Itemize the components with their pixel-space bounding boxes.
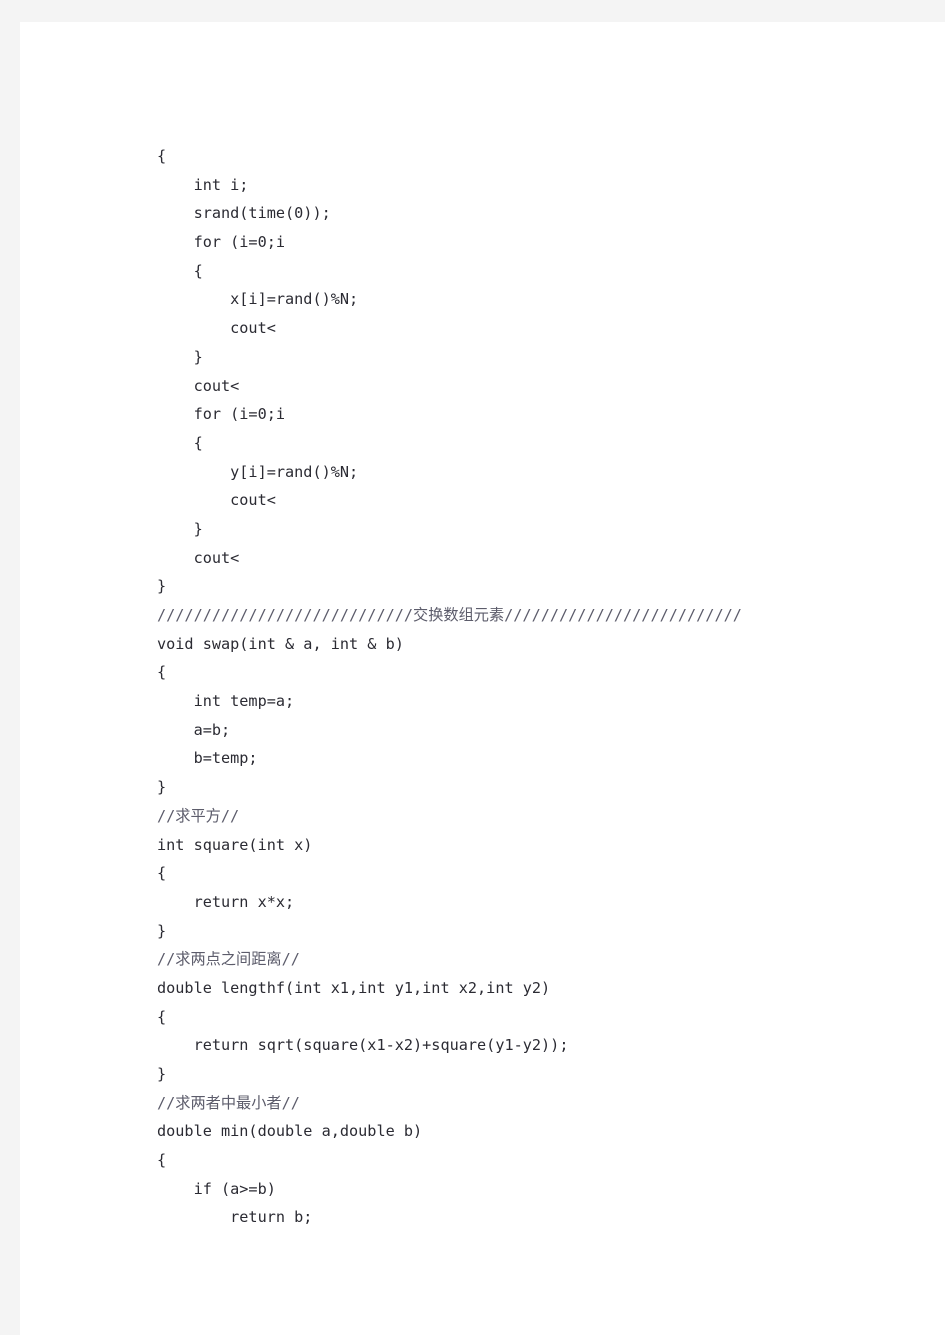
code-line: ////////////////////////////交换数组元素//////…: [157, 606, 742, 624]
code-line: int i;: [157, 175, 249, 194]
code-line: }: [157, 1065, 167, 1083]
code-line: for (i=0;i: [157, 233, 286, 252]
code-line: {: [157, 261, 203, 280]
code-line: {: [157, 1151, 167, 1170]
code-line: cout<: [157, 376, 240, 395]
code-line: return sqrt(square(x1-x2)+square(y1-y2))…: [157, 1036, 569, 1055]
code-line: {: [157, 1007, 167, 1026]
code-line: double lengthf(int x1,int y1,int x2,int …: [157, 978, 551, 997]
code-line: y[i]=rand()%N;: [157, 462, 359, 481]
code-line: return b;: [157, 1208, 313, 1227]
code-line: //求两点之间距离//: [157, 950, 300, 969]
code-line: a=b;: [157, 720, 231, 739]
code-line: }: [157, 519, 203, 538]
code-line: //求平方//: [157, 806, 240, 825]
code-line: cout<: [157, 491, 276, 510]
code-line: double min(double a,double b): [157, 1122, 423, 1141]
code-line: b=temp;: [157, 749, 258, 768]
code-line: cout<: [157, 319, 276, 338]
code-line: }: [157, 577, 167, 596]
code-line: }: [157, 921, 167, 940]
code-line: for (i=0;i: [157, 405, 286, 424]
code-line: }: [157, 778, 167, 797]
code-line: {: [157, 147, 167, 165]
code-line: int square(int x): [157, 835, 313, 854]
code-line: return x*x;: [157, 892, 295, 911]
code-line: {: [157, 864, 167, 883]
code-line: int temp=a;: [157, 692, 295, 711]
code-line: {: [157, 663, 167, 682]
document-page: { int i; srand(time(0)); for (i=0;i { x[…: [20, 22, 945, 1335]
code-line: {: [157, 433, 203, 452]
code-line: x[i]=rand()%N;: [157, 290, 359, 309]
code-line: srand(time(0));: [157, 204, 331, 223]
code-line: }: [157, 347, 203, 366]
code-line: cout<: [157, 548, 240, 567]
code-line: void swap(int & a, int & b): [157, 634, 404, 653]
code-listing: { int i; srand(time(0)); for (i=0;i { x[…: [157, 142, 917, 1232]
code-line: if (a>=b): [157, 1179, 276, 1198]
code-line: //求两者中最小者//: [157, 1093, 300, 1112]
